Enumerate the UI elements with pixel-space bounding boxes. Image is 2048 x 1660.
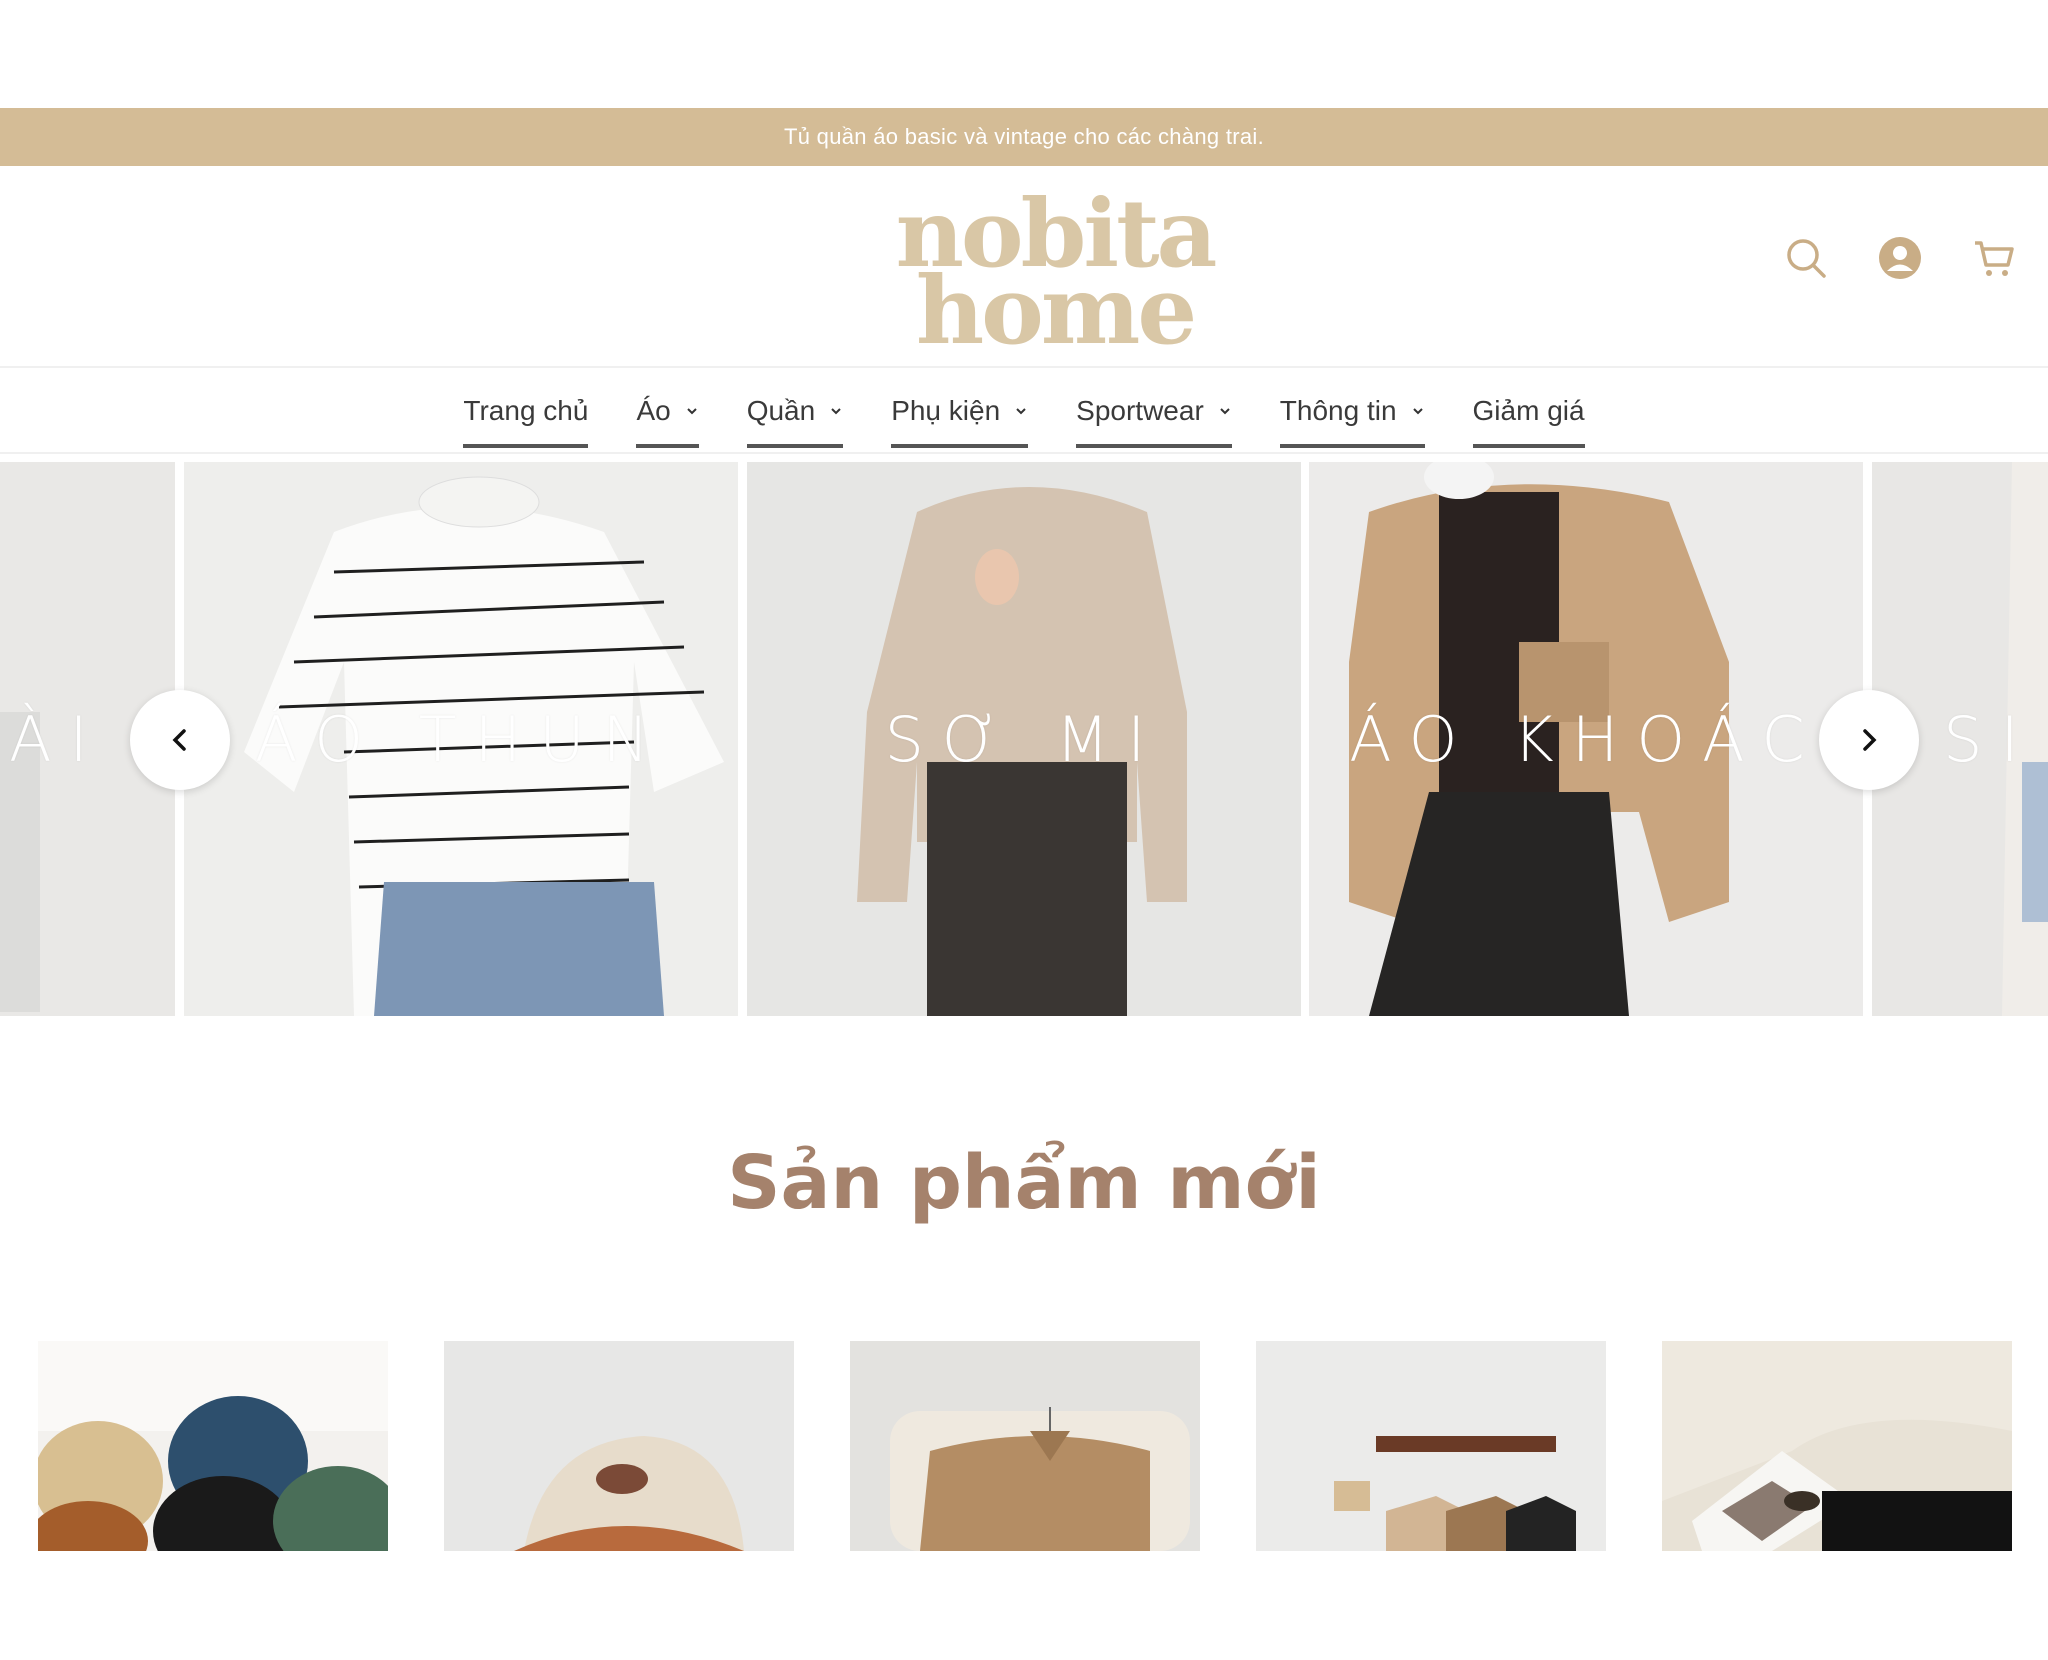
chevron-left-icon	[172, 729, 186, 751]
beige-cap-product-image	[444, 1341, 794, 1551]
main-nav: Trang chủ Áo Quần Phụ kiện Sportwear Thô…	[0, 366, 2048, 454]
nav-item-label: Trang chủ	[463, 395, 589, 426]
caps-1988-product-image	[38, 1341, 388, 1551]
chevron-down-icon	[686, 408, 697, 415]
brand-logo-line2: home	[915, 256, 1197, 367]
product-card[interactable]	[1256, 1341, 1606, 1551]
chevron-down-icon	[1220, 408, 1230, 415]
product-card[interactable]	[38, 1341, 388, 1551]
slide-label: ÀI	[9, 702, 106, 776]
nav-item-sportwear[interactable]: Sportwear	[1076, 368, 1232, 454]
cart-icon[interactable]	[1972, 236, 2016, 280]
nav-item-phu-kien[interactable]: Phụ kiện	[891, 368, 1029, 454]
chevron-right-icon	[1863, 729, 1877, 751]
product-card[interactable]	[850, 1341, 1200, 1551]
product-card[interactable]	[444, 1341, 794, 1551]
tshirts-on-rack-product-image	[1256, 1341, 1606, 1551]
nav-item-label: Thông tin	[1279, 395, 1397, 426]
brown-shirt-product-image	[850, 1341, 1200, 1551]
chevron-down-icon	[1412, 408, 1423, 415]
account-icon[interactable]	[1878, 236, 1922, 280]
category-slider: ÀI ÁO THUN SƠ MI ÁO KHOÁC SI	[0, 462, 2048, 1016]
slide-so-mi[interactable]: SƠ MI	[747, 462, 1301, 1016]
header-actions	[1784, 236, 2016, 280]
slider-next-button[interactable]	[1819, 690, 1919, 790]
slide-label: SI	[1943, 702, 2037, 776]
book-sunglasses-product-image	[1662, 1341, 2012, 1551]
nav-item-thong-tin[interactable]: Thông tin	[1279, 368, 1425, 454]
nav-item-home[interactable]: Trang chủ	[463, 368, 589, 454]
product-grid	[38, 1341, 2012, 1551]
nav-item-label: Sportwear	[1076, 395, 1204, 426]
nav-item-quan[interactable]: Quần	[746, 368, 844, 454]
slide-label: ÁO THUN	[254, 702, 668, 776]
nav-item-label: Phụ kiện	[891, 395, 1001, 426]
brand-logo[interactable]: nobita home	[880, 187, 1230, 358]
nav-item-label: Giảm giá	[1472, 395, 1585, 426]
chevron-down-icon	[1016, 408, 1026, 415]
slider-prev-button[interactable]	[130, 690, 230, 790]
slide-label: SƠ MI	[884, 702, 1164, 776]
announcement-bar: Tủ quần áo basic và vintage cho các chàn…	[0, 108, 2048, 166]
section-title-new-products: Sản phẩm mới	[727, 1140, 1321, 1226]
slide-label: ÁO KHOÁC	[1349, 702, 1823, 776]
nav-item-label: Quần	[746, 395, 816, 426]
nav-item-label: Áo	[636, 395, 671, 426]
product-card[interactable]	[1662, 1341, 2012, 1551]
search-icon[interactable]	[1784, 236, 1828, 280]
slide-ao-thun[interactable]: ÁO THUN	[184, 462, 738, 1016]
nav-item-ao[interactable]: Áo	[636, 368, 699, 454]
nav-item-giam-gia[interactable]: Giảm giá	[1472, 368, 1585, 454]
chevron-down-icon	[831, 408, 841, 415]
slide-ao-khoac[interactable]: ÁO KHOÁC	[1309, 462, 1863, 1016]
